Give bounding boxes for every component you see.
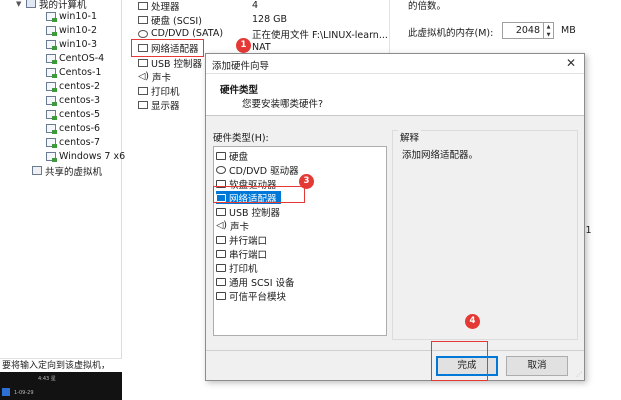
tpm-icon [216, 291, 226, 300]
cdrom-icon [138, 29, 148, 38]
device-value-harddisk: 128 GB [252, 14, 288, 25]
parallel-port-icon [216, 235, 226, 244]
device-value-cdrom: 正在使用文件 F:\LINUX-learn... [252, 29, 388, 41]
printer-icon [216, 263, 226, 272]
highlight-network-adapter [131, 39, 204, 57]
device-list-lower: USB 控制器 ◁) 声卡 打印机 显示器 [122, 56, 206, 116]
vm-icon [46, 54, 57, 64]
tree-item-vm[interactable]: win10-3 [46, 38, 97, 51]
vm-icon [46, 26, 57, 36]
vm-icon [46, 68, 57, 78]
highlight-finish-button [431, 341, 488, 381]
cdrom-icon [216, 165, 226, 174]
resize-grip-icon[interactable]: ⋰ [576, 371, 582, 378]
harddisk-icon [138, 15, 148, 24]
computer-icon [26, 0, 36, 8]
hw-item-serial[interactable]: 串行端口 [216, 247, 271, 261]
vm-icon [46, 152, 57, 162]
callout-1: 1 [236, 38, 251, 53]
tree-item-vm[interactable]: centos-6 [46, 122, 100, 135]
hw-item-sound[interactable]: ◁) 声卡 [216, 219, 253, 233]
speaker-icon: ◁) [216, 220, 228, 231]
memory-spinner[interactable]: ▲ ▼ [544, 22, 554, 39]
tree-item-vm[interactable]: Centos-1 [46, 66, 101, 79]
tree-item-vm[interactable]: centos-2 [46, 80, 100, 93]
device-row-display[interactable]: 显示器 [138, 98, 180, 112]
spin-up-icon[interactable]: ▲ [544, 23, 553, 31]
console-hint: 要将输入定向到该虚拟机， [0, 358, 122, 372]
printer-icon [138, 86, 148, 95]
hardware-type-list[interactable]: 硬盘 CD/DVD 驱动器 软盘驱动器 网络适配器 USB 控制器 ◁) 声卡 并… [213, 146, 387, 336]
device-row-sound[interactable]: ◁) 声卡 [138, 70, 171, 84]
usb-icon [216, 207, 226, 216]
usb-icon [138, 58, 148, 67]
cpu-icon [138, 1, 148, 10]
vm-icon [46, 96, 57, 106]
description-label: 解释 [398, 130, 422, 144]
dialog-header: 硬件类型 您要安装哪类硬件? [206, 74, 584, 116]
hw-item-printer[interactable]: 打印机 [216, 261, 262, 275]
callout-4: 4 [465, 314, 480, 329]
vm-console-preview[interactable]: 4:43 星 1-09-29 [0, 372, 122, 400]
hw-item-scsi[interactable]: 通用 SCSI 设备 [216, 275, 299, 289]
close-icon[interactable]: ✕ [562, 55, 580, 72]
monitor-icon [138, 100, 148, 109]
vm-icon [46, 110, 57, 120]
hw-item-harddisk[interactable]: 硬盘 [216, 149, 252, 163]
description-group [392, 130, 578, 340]
tree-item-vm[interactable]: win10-1 [46, 10, 97, 23]
memory-label: 此虚拟机的内存(M): [408, 28, 494, 39]
tree-item-vm[interactable]: win10-2 [46, 24, 97, 37]
vm-icon [46, 124, 57, 134]
shared-vm-icon [32, 166, 42, 175]
tree-item-vm[interactable]: CentOS-4 [46, 52, 104, 65]
hardware-type-label: 硬件类型(H): [213, 133, 269, 144]
dialog-titlebar: 添加硬件向导 ✕ [206, 54, 584, 74]
library-tree: ▼ 我的计算机 win10-1 win10-2 win10-3 CentOS-4… [0, 0, 125, 358]
vm-icon [46, 40, 57, 50]
tree-root-my-computer[interactable]: ▼ 我的计算机 [16, 0, 87, 11]
device-row-harddisk[interactable]: 硬盘 (SCSI) [138, 13, 202, 27]
hw-item-parallel[interactable]: 并行端口 [216, 233, 271, 247]
dialog-title: 添加硬件向导 [212, 61, 270, 72]
dialog-separator [206, 350, 584, 351]
device-value-processor: 4 [252, 0, 259, 11]
device-row-usb[interactable]: USB 控制器 [138, 56, 202, 70]
vm-icon [46, 138, 57, 148]
collapse-icon[interactable]: ▼ [16, 0, 24, 8]
tree-item-vm[interactable]: centos-5 [46, 108, 100, 121]
spin-down-icon[interactable]: ▼ [544, 31, 553, 39]
dialog-subheading: 您要安装哪类硬件? [242, 99, 324, 110]
callout-3: 3 [299, 174, 314, 189]
hw-item-cdrom[interactable]: CD/DVD 驱动器 [216, 163, 303, 177]
vm-icon [46, 12, 57, 22]
description-text: 添加网络适配器。 [402, 150, 479, 161]
vm-icon [46, 82, 57, 92]
add-hardware-wizard: 添加硬件向导 ✕ 硬件类型 您要安装哪类硬件? 硬件类型(H): 硬盘 CD/D… [205, 53, 585, 381]
hw-item-tpm[interactable]: 可信平台模块 [216, 289, 290, 303]
hw-item-usb[interactable]: USB 控制器 [216, 205, 284, 219]
dialog-heading: 硬件类型 [220, 85, 259, 96]
taskbar-icon [2, 388, 10, 396]
cancel-button[interactable]: 取消 [506, 356, 568, 376]
harddisk-icon [216, 151, 226, 160]
tree-item-vm[interactable]: Windows 7 x6 [46, 150, 125, 163]
scsi-device-icon [216, 277, 226, 286]
serial-port-icon [216, 249, 226, 258]
device-row-printer[interactable]: 打印机 [138, 84, 180, 98]
memory-input[interactable]: 2048 [502, 22, 544, 39]
tree-item-vm[interactable]: centos-7 [46, 136, 100, 149]
tree-item-vm[interactable]: centos-3 [46, 94, 100, 107]
speaker-icon: ◁) [138, 71, 150, 82]
highlight-hw-network-adapter [213, 186, 305, 203]
device-row-processor[interactable]: 处理器 [138, 0, 180, 13]
tree-item-shared-vms[interactable]: 共享的虚拟机 [32, 164, 102, 178]
